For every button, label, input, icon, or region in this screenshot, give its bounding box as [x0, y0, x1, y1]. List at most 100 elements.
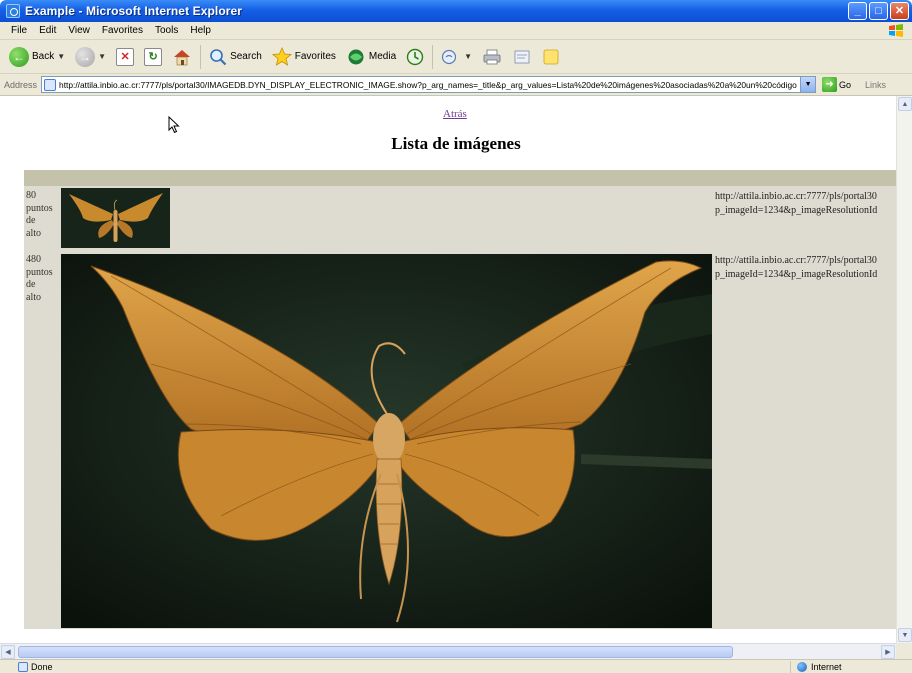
internet-globe-icon: [797, 662, 807, 672]
mail-icon: [442, 49, 457, 64]
menu-edit[interactable]: Edit: [33, 25, 62, 36]
history-icon: [406, 48, 424, 65]
minimize-button[interactable]: _: [848, 2, 867, 20]
moth-thumbnail-image[interactable]: [61, 188, 170, 248]
search-button-label: Search: [230, 51, 262, 62]
page-content: Atrás Lista de imágenes 80 puntos de alt…: [0, 96, 896, 643]
status-text: Done: [31, 661, 53, 672]
window-titlebar[interactable]: Example - Microsoft Internet Explorer _ …: [0, 0, 912, 22]
menu-bar: File Edit View Favorites Tools Help: [0, 22, 912, 40]
menu-help[interactable]: Help: [184, 25, 217, 36]
go-button-label: Go: [839, 79, 852, 90]
go-button[interactable]: ➜ Go: [822, 77, 851, 92]
url-line: http://attila.inbio.ac.cr:7777/pls/porta…: [715, 255, 877, 266]
refresh-button[interactable]: ↻: [139, 43, 167, 71]
row-size-label: 80 puntos de alto: [26, 190, 60, 240]
size-unit: puntos: [26, 202, 53, 214]
standard-toolbar: ← Back ▼ → ▼ ✕ ↻ Search Favorites Media …: [0, 40, 912, 74]
maximize-button[interactable]: □: [869, 2, 888, 20]
row-url: http://attila.inbio.ac.cr:7777/pls/porta…: [715, 254, 896, 282]
mail-button[interactable]: ▼: [436, 43, 477, 71]
history-button[interactable]: [401, 43, 429, 71]
page-title: Lista de imágenes: [391, 134, 521, 153]
size-word: de: [26, 215, 36, 226]
stop-icon: ✕: [116, 47, 135, 66]
links-toolbar[interactable]: Links: [865, 80, 886, 90]
url-line: http://attila.inbio.ac.cr:7777/pls/porta…: [715, 191, 877, 202]
security-zone: Internet: [790, 661, 842, 673]
ie-app-icon: [6, 4, 20, 18]
refresh-icon: ↻: [144, 47, 163, 66]
back-arrow-icon: ←: [9, 46, 29, 67]
address-url-text: http://attila.inbio.ac.cr:7777/pls/porta…: [59, 79, 797, 90]
forward-button[interactable]: → ▼: [70, 43, 111, 71]
home-button[interactable]: [167, 43, 197, 71]
stop-button[interactable]: ✕: [111, 43, 139, 71]
back-button-label: Back: [32, 51, 55, 62]
horizontal-scrollbar[interactable]: ◀ ▶: [0, 643, 896, 659]
page-done-icon: [18, 661, 28, 672]
print-button[interactable]: [477, 43, 507, 71]
size-word: alto: [26, 291, 41, 303]
images-table: 80 puntos de alto http://attila.inbio.ac…: [24, 170, 896, 629]
menu-favorites[interactable]: Favorites: [96, 25, 149, 36]
scrollbar-corner: [896, 643, 912, 659]
horizontal-scroll-thumb[interactable]: [18, 646, 733, 658]
url-line: p_imageId=1234&p_imageResolutionId: [715, 269, 878, 280]
size-value: 480: [26, 254, 41, 265]
row-size-label: 480 puntos de alto: [26, 254, 60, 304]
back-button[interactable]: ← Back ▼: [4, 43, 70, 71]
back-link[interactable]: Atrás: [443, 108, 467, 120]
menu-view[interactable]: View: [62, 25, 96, 36]
media-icon: [348, 49, 364, 64]
favorites-button[interactable]: Favorites: [267, 43, 341, 71]
table-header-row: [24, 170, 896, 186]
moth-large-graphic: [61, 254, 712, 628]
scroll-up-icon[interactable]: ▲: [898, 97, 912, 111]
search-icon: [210, 48, 227, 65]
edit-document-icon: [514, 50, 530, 63]
back-dropdown-icon[interactable]: ▼: [57, 52, 65, 61]
windows-logo-icon: [889, 24, 903, 37]
media-button[interactable]: Media: [341, 43, 401, 71]
page-icon: [44, 78, 57, 91]
scroll-down-icon[interactable]: ▼: [898, 628, 912, 642]
toolbar-separator: [432, 44, 434, 69]
go-arrow-icon: ➜: [822, 77, 838, 92]
scroll-right-icon[interactable]: ▶: [881, 645, 895, 659]
note-icon: [543, 49, 559, 64]
printer-icon: [483, 49, 501, 64]
favorites-button-label: Favorites: [294, 51, 336, 62]
address-dropdown-icon[interactable]: ▼: [800, 77, 816, 92]
size-word: de: [26, 279, 36, 290]
row-url: http://attila.inbio.ac.cr:7777/pls/porta…: [715, 190, 896, 218]
window-title: Example - Microsoft Internet Explorer: [25, 4, 243, 18]
window-controls: _ □ ✕: [848, 2, 909, 20]
status-bar: Done Internet: [0, 659, 912, 673]
forward-arrow-icon: →: [75, 46, 96, 67]
size-unit: puntos: [26, 266, 53, 278]
vertical-scrollbar[interactable]: ▲ ▼: [896, 96, 912, 643]
scroll-left-icon[interactable]: ◀: [1, 645, 15, 659]
size-word: alto: [26, 227, 41, 239]
moth-large-image[interactable]: [61, 254, 712, 628]
url-line: p_imageId=1234&p_imageResolutionId: [715, 205, 878, 216]
forward-dropdown-icon[interactable]: ▼: [98, 52, 106, 61]
home-icon: [174, 49, 191, 65]
status-done: Done: [0, 661, 53, 672]
address-bar: Address http://attila.inbio.ac.cr:7777/p…: [0, 74, 912, 96]
edit-button[interactable]: [507, 43, 537, 71]
messenger-button[interactable]: [537, 43, 565, 71]
moth-thumbnail-graphic: [61, 188, 170, 248]
media-button-label: Media: [368, 51, 397, 62]
toolbar-separator: [200, 44, 202, 69]
menu-file[interactable]: File: [5, 25, 33, 36]
mail-dropdown-icon[interactable]: ▼: [464, 52, 472, 61]
zone-text: Internet: [811, 662, 842, 672]
menu-tools[interactable]: Tools: [149, 25, 184, 36]
address-label: Address: [4, 79, 38, 90]
search-button[interactable]: Search: [204, 43, 267, 71]
mouse-cursor-icon: [168, 116, 180, 134]
address-input[interactable]: http://attila.inbio.ac.cr:7777/pls/porta…: [41, 76, 817, 93]
close-button[interactable]: ✕: [890, 2, 909, 20]
